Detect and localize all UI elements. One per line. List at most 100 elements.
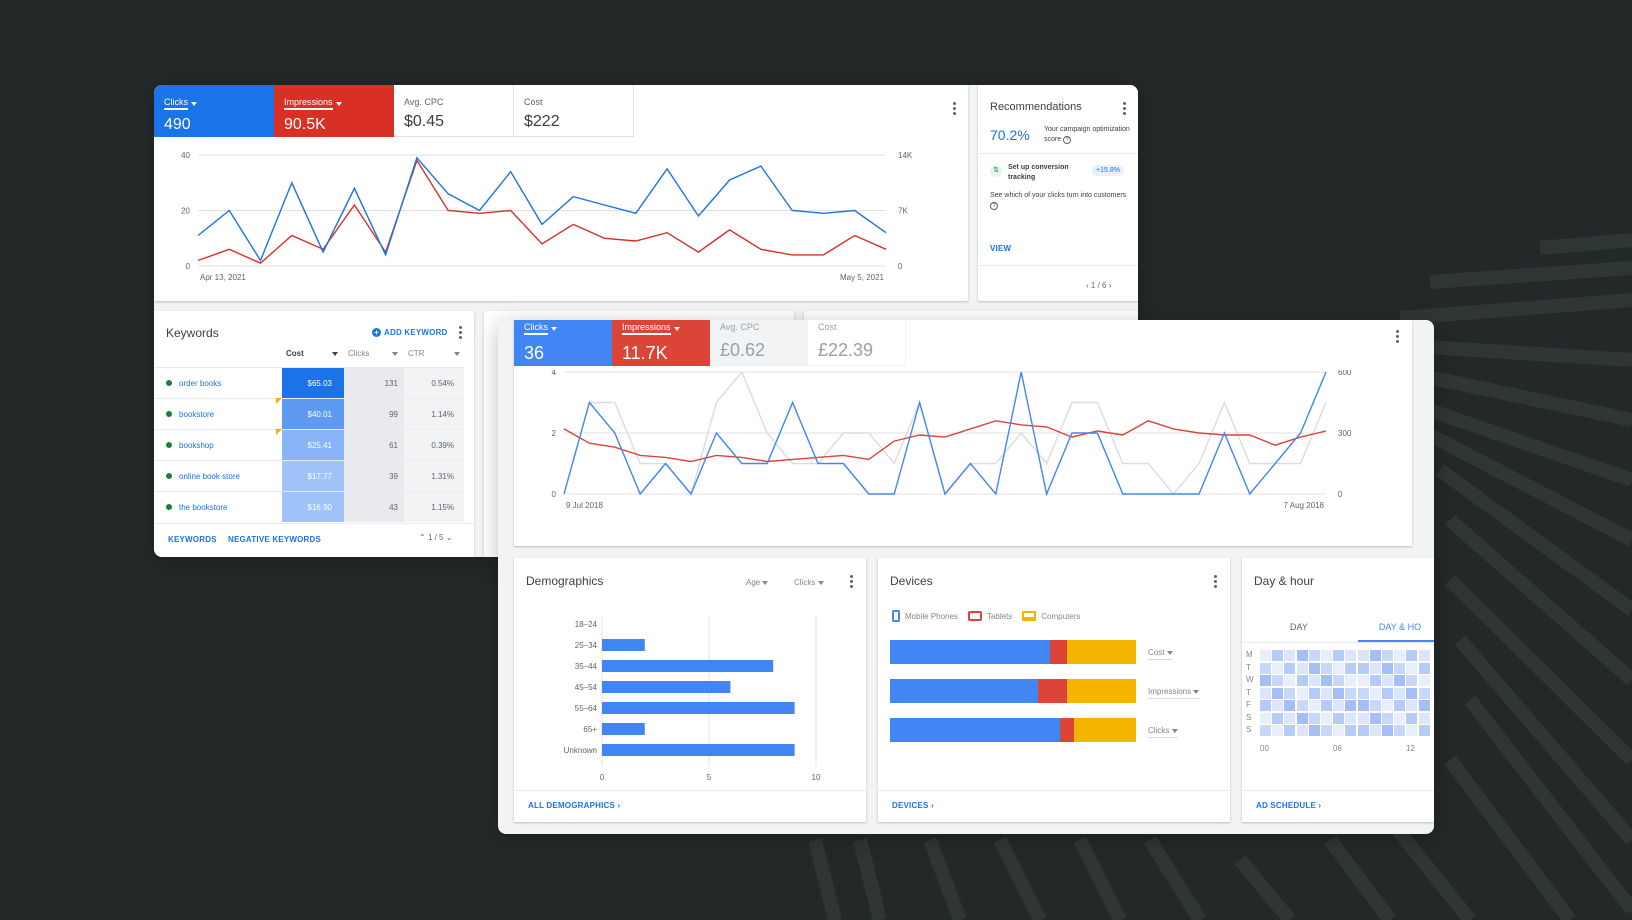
heatmap-cell[interactable] bbox=[1260, 687, 1271, 699]
heatmap-cell[interactable] bbox=[1272, 662, 1284, 674]
heatmap-cell[interactable] bbox=[1272, 700, 1284, 711]
more-options-icon[interactable] bbox=[1396, 330, 1400, 345]
heatmap-cell[interactable] bbox=[1308, 662, 1320, 674]
chevron-right-icon[interactable]: › bbox=[1109, 281, 1112, 290]
heatmap-cell[interactable] bbox=[1345, 675, 1357, 686]
heatmap-cell[interactable] bbox=[1382, 687, 1393, 699]
heatmap-cell[interactable] bbox=[1418, 650, 1430, 661]
heatmap-cell[interactable] bbox=[1394, 675, 1406, 686]
heatmap-cell[interactable] bbox=[1357, 712, 1369, 724]
heatmap-cell[interactable] bbox=[1357, 725, 1369, 736]
heatmap-cell[interactable] bbox=[1284, 700, 1296, 711]
heatmap-cell[interactable] bbox=[1382, 650, 1393, 661]
chevron-down-icon[interactable]: ⌄ bbox=[446, 533, 453, 542]
heatmap-cell[interactable] bbox=[1284, 650, 1296, 661]
heatmap-cell[interactable] bbox=[1321, 675, 1332, 686]
heatmap-cell[interactable] bbox=[1345, 650, 1357, 661]
tab-day-and-hour[interactable]: DAY & HO bbox=[1358, 622, 1434, 642]
column-header-clicks[interactable]: Clicks bbox=[344, 349, 404, 358]
heatmap-cell[interactable] bbox=[1321, 712, 1332, 724]
heatmap-cell[interactable] bbox=[1321, 650, 1332, 661]
heatmap-cell[interactable] bbox=[1272, 650, 1284, 661]
heatmap-cell[interactable] bbox=[1394, 662, 1406, 674]
device-metric-select[interactable]: Cost bbox=[1148, 648, 1173, 660]
heatmap-cell[interactable] bbox=[1345, 712, 1357, 724]
heatmap-cell[interactable] bbox=[1272, 675, 1284, 686]
heatmap-cell[interactable] bbox=[1296, 725, 1308, 736]
keyword-row[interactable]: the bookstore $16.90 43 1.15% bbox=[154, 491, 464, 522]
keyword-row[interactable]: order books $65.03 131 0.54% bbox=[154, 367, 464, 398]
heatmap-cell[interactable] bbox=[1357, 662, 1369, 674]
metric-avg-cpc[interactable]: Avg. CPC £0.62 bbox=[710, 320, 808, 366]
heatmap-cell[interactable] bbox=[1308, 700, 1320, 711]
heatmap-cell[interactable] bbox=[1321, 687, 1332, 699]
tab-day[interactable]: DAY bbox=[1290, 622, 1308, 632]
heatmap-cell[interactable] bbox=[1382, 675, 1393, 686]
keyword-name[interactable]: bookstore bbox=[179, 410, 214, 419]
metric-clicks[interactable]: Clicks 36 bbox=[514, 320, 612, 366]
heatmap-cell[interactable] bbox=[1406, 650, 1418, 661]
heatmap-cell[interactable] bbox=[1284, 675, 1296, 686]
metric-avg-cpc[interactable]: Avg. CPC $0.45 bbox=[394, 85, 514, 137]
heatmap-cell[interactable] bbox=[1308, 725, 1320, 736]
metric-impressions[interactable]: Impressions 90.5K bbox=[274, 85, 394, 137]
keyword-name[interactable]: the bookstore bbox=[179, 503, 227, 512]
heatmap-cell[interactable] bbox=[1284, 687, 1296, 699]
heatmap-cell[interactable] bbox=[1345, 662, 1357, 674]
more-options-icon[interactable] bbox=[1123, 102, 1127, 117]
heatmap-cell[interactable] bbox=[1308, 675, 1320, 686]
more-options-icon[interactable] bbox=[459, 326, 463, 341]
heatmap-cell[interactable] bbox=[1296, 700, 1308, 711]
heatmap-cell[interactable] bbox=[1284, 712, 1296, 724]
heatmap-cell[interactable] bbox=[1406, 700, 1418, 711]
more-options-icon[interactable] bbox=[1214, 575, 1218, 590]
heatmap-cell[interactable] bbox=[1272, 725, 1284, 736]
keyword-row[interactable]: bookshop $25.41 61 0.39% bbox=[154, 429, 464, 460]
heatmap-cell[interactable] bbox=[1284, 662, 1296, 674]
metric-impressions[interactable]: Impressions 11.7K bbox=[612, 320, 710, 366]
keyword-name[interactable]: order books bbox=[179, 379, 221, 388]
heatmap-cell[interactable] bbox=[1369, 650, 1381, 661]
heatmap-cell[interactable] bbox=[1382, 700, 1393, 711]
heatmap-cell[interactable] bbox=[1369, 687, 1381, 699]
column-header-ctr[interactable]: CTR bbox=[404, 349, 464, 358]
heatmap-cell[interactable] bbox=[1357, 675, 1369, 686]
keyword-name[interactable]: bookshop bbox=[179, 441, 214, 450]
ad-schedule-link[interactable]: AD SCHEDULE › bbox=[1256, 801, 1321, 810]
heatmap-cell[interactable] bbox=[1369, 662, 1381, 674]
heatmap-cell[interactable] bbox=[1394, 700, 1406, 711]
heatmap-cell[interactable] bbox=[1345, 687, 1357, 699]
heatmap-cell[interactable] bbox=[1296, 675, 1308, 686]
heatmap-cell[interactable] bbox=[1357, 700, 1369, 711]
heatmap-cell[interactable] bbox=[1321, 700, 1332, 711]
heatmap-cell[interactable] bbox=[1308, 712, 1320, 724]
heatmap-cell[interactable] bbox=[1369, 675, 1381, 686]
metric-clicks[interactable]: Clicks 490 bbox=[154, 85, 274, 137]
heatmap-cell[interactable] bbox=[1418, 725, 1430, 736]
column-header-cost[interactable]: Cost bbox=[282, 349, 344, 358]
heatmap-cell[interactable] bbox=[1296, 687, 1308, 699]
heatmap-cell[interactable] bbox=[1418, 687, 1430, 699]
age-filter[interactable]: Age bbox=[746, 578, 769, 587]
devices-link[interactable]: DEVICES › bbox=[892, 801, 934, 810]
keyword-row[interactable]: online book store $17.77 39 1.31% bbox=[154, 460, 464, 491]
add-keyword-button[interactable]: + ADD KEYWORD bbox=[372, 328, 448, 337]
all-demographics-link[interactable]: ALL DEMOGRAPHICS › bbox=[528, 801, 620, 810]
negative-keywords-link[interactable]: NEGATIVE KEYWORDS bbox=[228, 535, 321, 544]
heatmap-cell[interactable] bbox=[1272, 687, 1284, 699]
heatmap-cell[interactable] bbox=[1345, 725, 1357, 736]
heatmap-cell[interactable] bbox=[1333, 725, 1345, 736]
heatmap-cell[interactable] bbox=[1333, 650, 1345, 661]
heatmap-cell[interactable] bbox=[1333, 675, 1345, 686]
heatmap-cell[interactable] bbox=[1357, 650, 1369, 661]
heatmap-cell[interactable] bbox=[1333, 712, 1345, 724]
heatmap-cell[interactable] bbox=[1296, 650, 1308, 661]
more-options-icon[interactable] bbox=[850, 575, 854, 590]
heatmap-cell[interactable] bbox=[1260, 700, 1271, 711]
heatmap-cell[interactable] bbox=[1308, 687, 1320, 699]
heatmap-cell[interactable] bbox=[1333, 700, 1345, 711]
heatmap-cell[interactable] bbox=[1296, 662, 1308, 674]
heatmap-cell[interactable] bbox=[1406, 662, 1418, 674]
keyword-name[interactable]: online book store bbox=[179, 472, 240, 481]
recommendation-title[interactable]: Set up conversion tracking bbox=[1008, 163, 1084, 183]
